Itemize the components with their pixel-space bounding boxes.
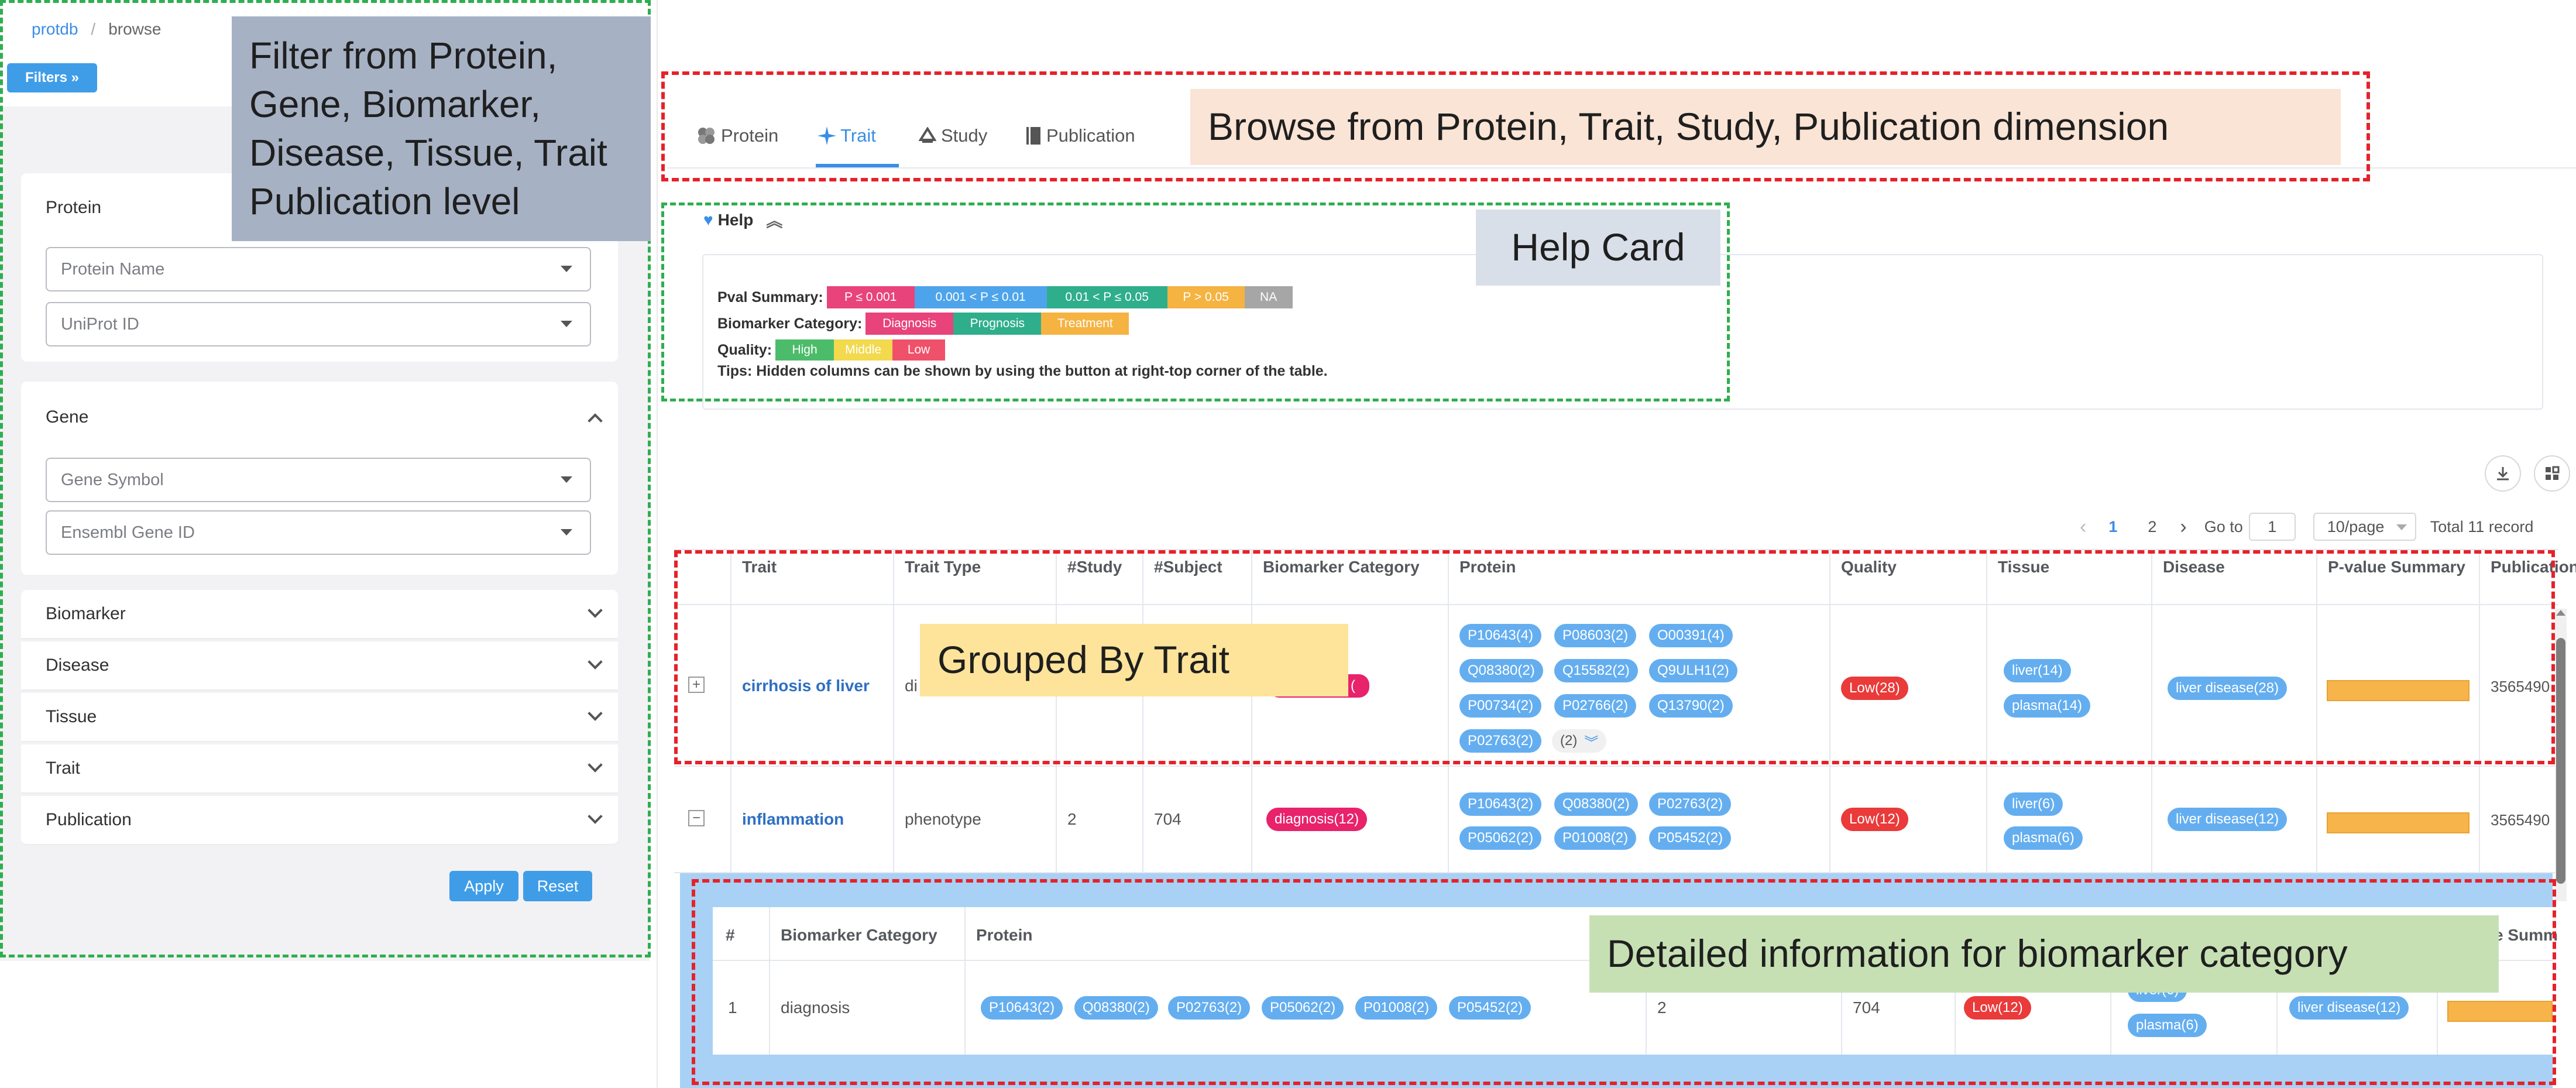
protein-tag[interactable]: P02763(2): [1649, 792, 1732, 816]
protein-tag[interactable]: P05452(2): [1649, 826, 1732, 850]
sidebar-divider: [657, 0, 658, 1088]
download-icon: [2497, 467, 2509, 480]
page-size-value: 10/page: [2327, 517, 2385, 536]
protein-tag[interactable]: P01008(2): [1554, 826, 1637, 850]
grid-icon: [2546, 466, 2560, 480]
trait-type-cell: phenotype: [905, 810, 981, 828]
pvalue-summary-bar: [2327, 812, 2469, 833]
row1-bottom-border: [674, 766, 2558, 767]
page-1[interactable]: 1: [2108, 518, 2117, 536]
study-count-cell: 2: [1067, 810, 1077, 828]
browse-callout: Browse from Protein, Trait, Study, Publi…: [1190, 89, 2341, 165]
prev-page-icon[interactable]: ‹: [2080, 516, 2086, 538]
page-size-select[interactable]: 10/page: [2313, 513, 2416, 541]
next-page-icon[interactable]: ›: [2180, 516, 2186, 538]
tissue-tag[interactable]: liver(6): [2004, 792, 2063, 816]
help-callout: Help Card: [1476, 210, 1720, 286]
page-2[interactable]: 2: [2148, 518, 2156, 536]
goto-label: Go to: [2204, 517, 2243, 536]
grouped-callout: Grouped By Trait: [920, 624, 1348, 696]
trait-link-inflammation[interactable]: inflammation: [742, 810, 844, 829]
pagination: ‹ 1 2 › Go to 1 10/page Total 11 record: [2080, 512, 2533, 542]
biomarker-tag-diagnosis: diagnosis(12): [1266, 808, 1368, 831]
protein-tag[interactable]: P10643(2): [1459, 792, 1542, 816]
tissue-tag[interactable]: plasma(6): [2004, 826, 2083, 850]
subject-count-cell: 704: [1154, 810, 1181, 828]
filter-callout: Filter from Protein, Gene, Biomarker, Di…: [232, 16, 651, 241]
detail-callout: Detailed information for biomarker categ…: [1589, 915, 2499, 993]
table-scrollbar[interactable]: [2555, 609, 2567, 901]
protein-tag[interactable]: P05062(2): [1459, 826, 1542, 850]
goto-input[interactable]: 1: [2248, 513, 2296, 541]
download-button[interactable]: [2485, 455, 2521, 492]
column-toggle-button[interactable]: [2534, 455, 2570, 492]
total-records: Total 11 record: [2430, 517, 2534, 536]
scrollbar-thumb[interactable]: [2556, 638, 2565, 884]
collapse-icon: −: [692, 810, 700, 826]
scroll-up-arrow[interactable]: [2556, 610, 2565, 616]
protein-tag[interactable]: Q08380(2): [1554, 792, 1638, 816]
publication-cell[interactable]: 3565490: [2491, 811, 2553, 829]
quality-tag-low: Low(12): [1841, 808, 1908, 831]
caret-down-icon: [2396, 524, 2407, 530]
disease-tag[interactable]: liver disease(12): [2168, 808, 2288, 831]
row-expander-inflammation[interactable]: −: [688, 810, 705, 826]
